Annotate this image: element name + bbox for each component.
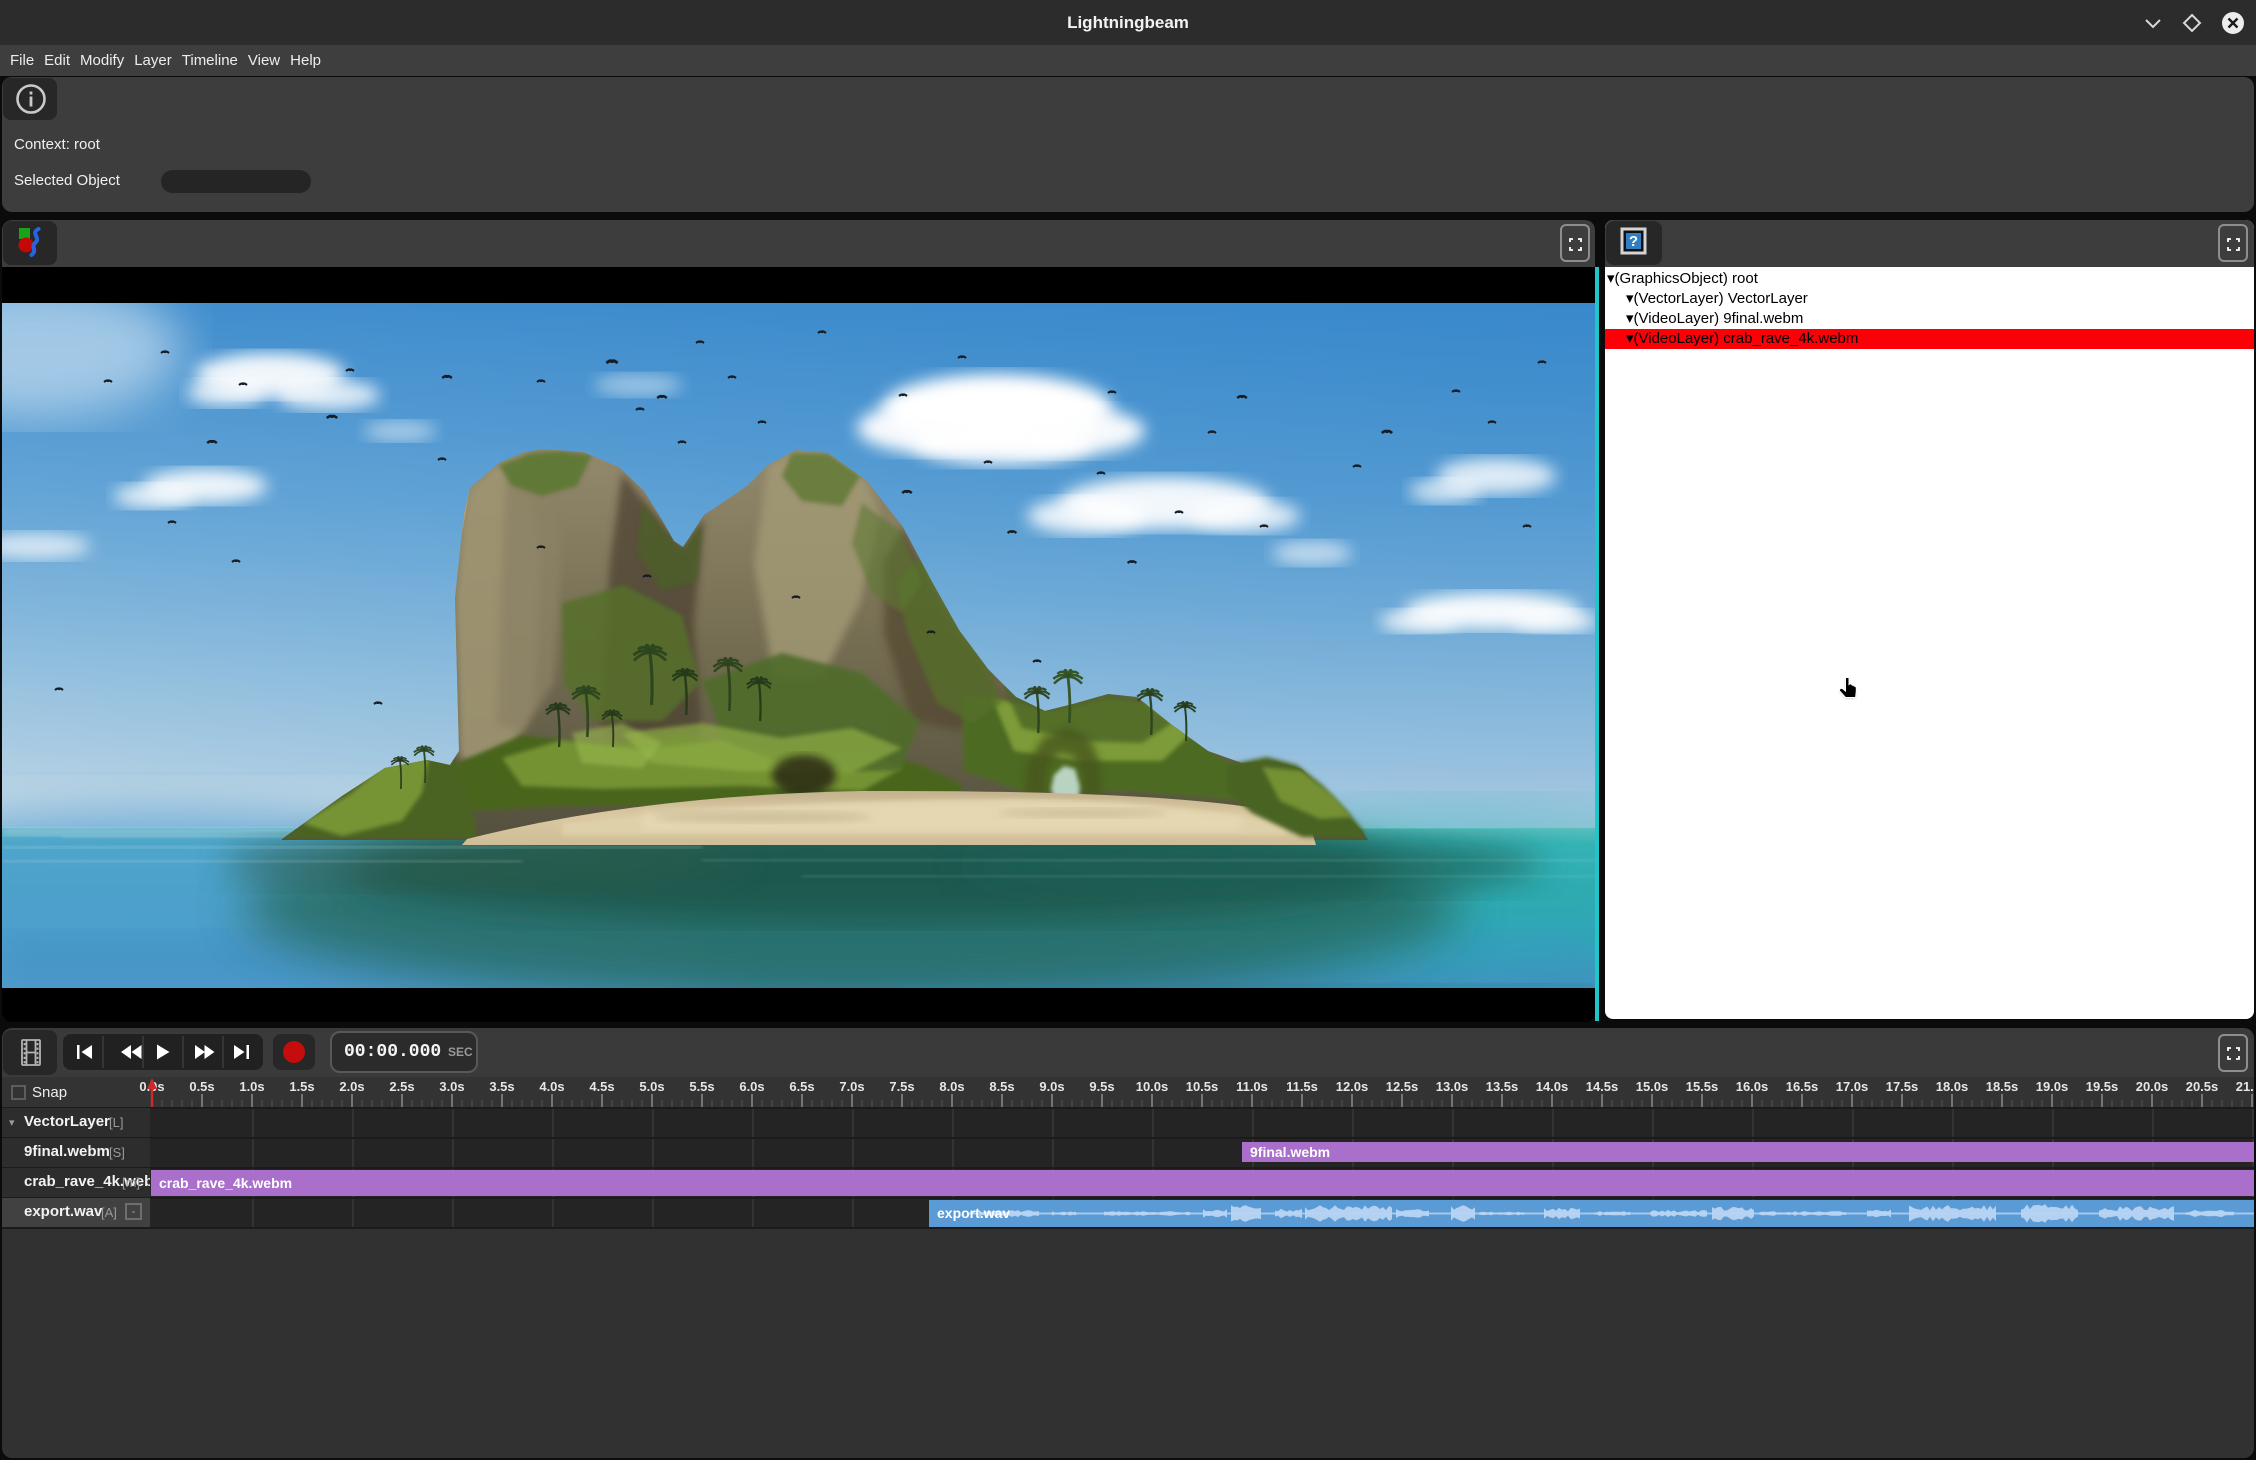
svg-text:?: ? — [1629, 233, 1638, 250]
